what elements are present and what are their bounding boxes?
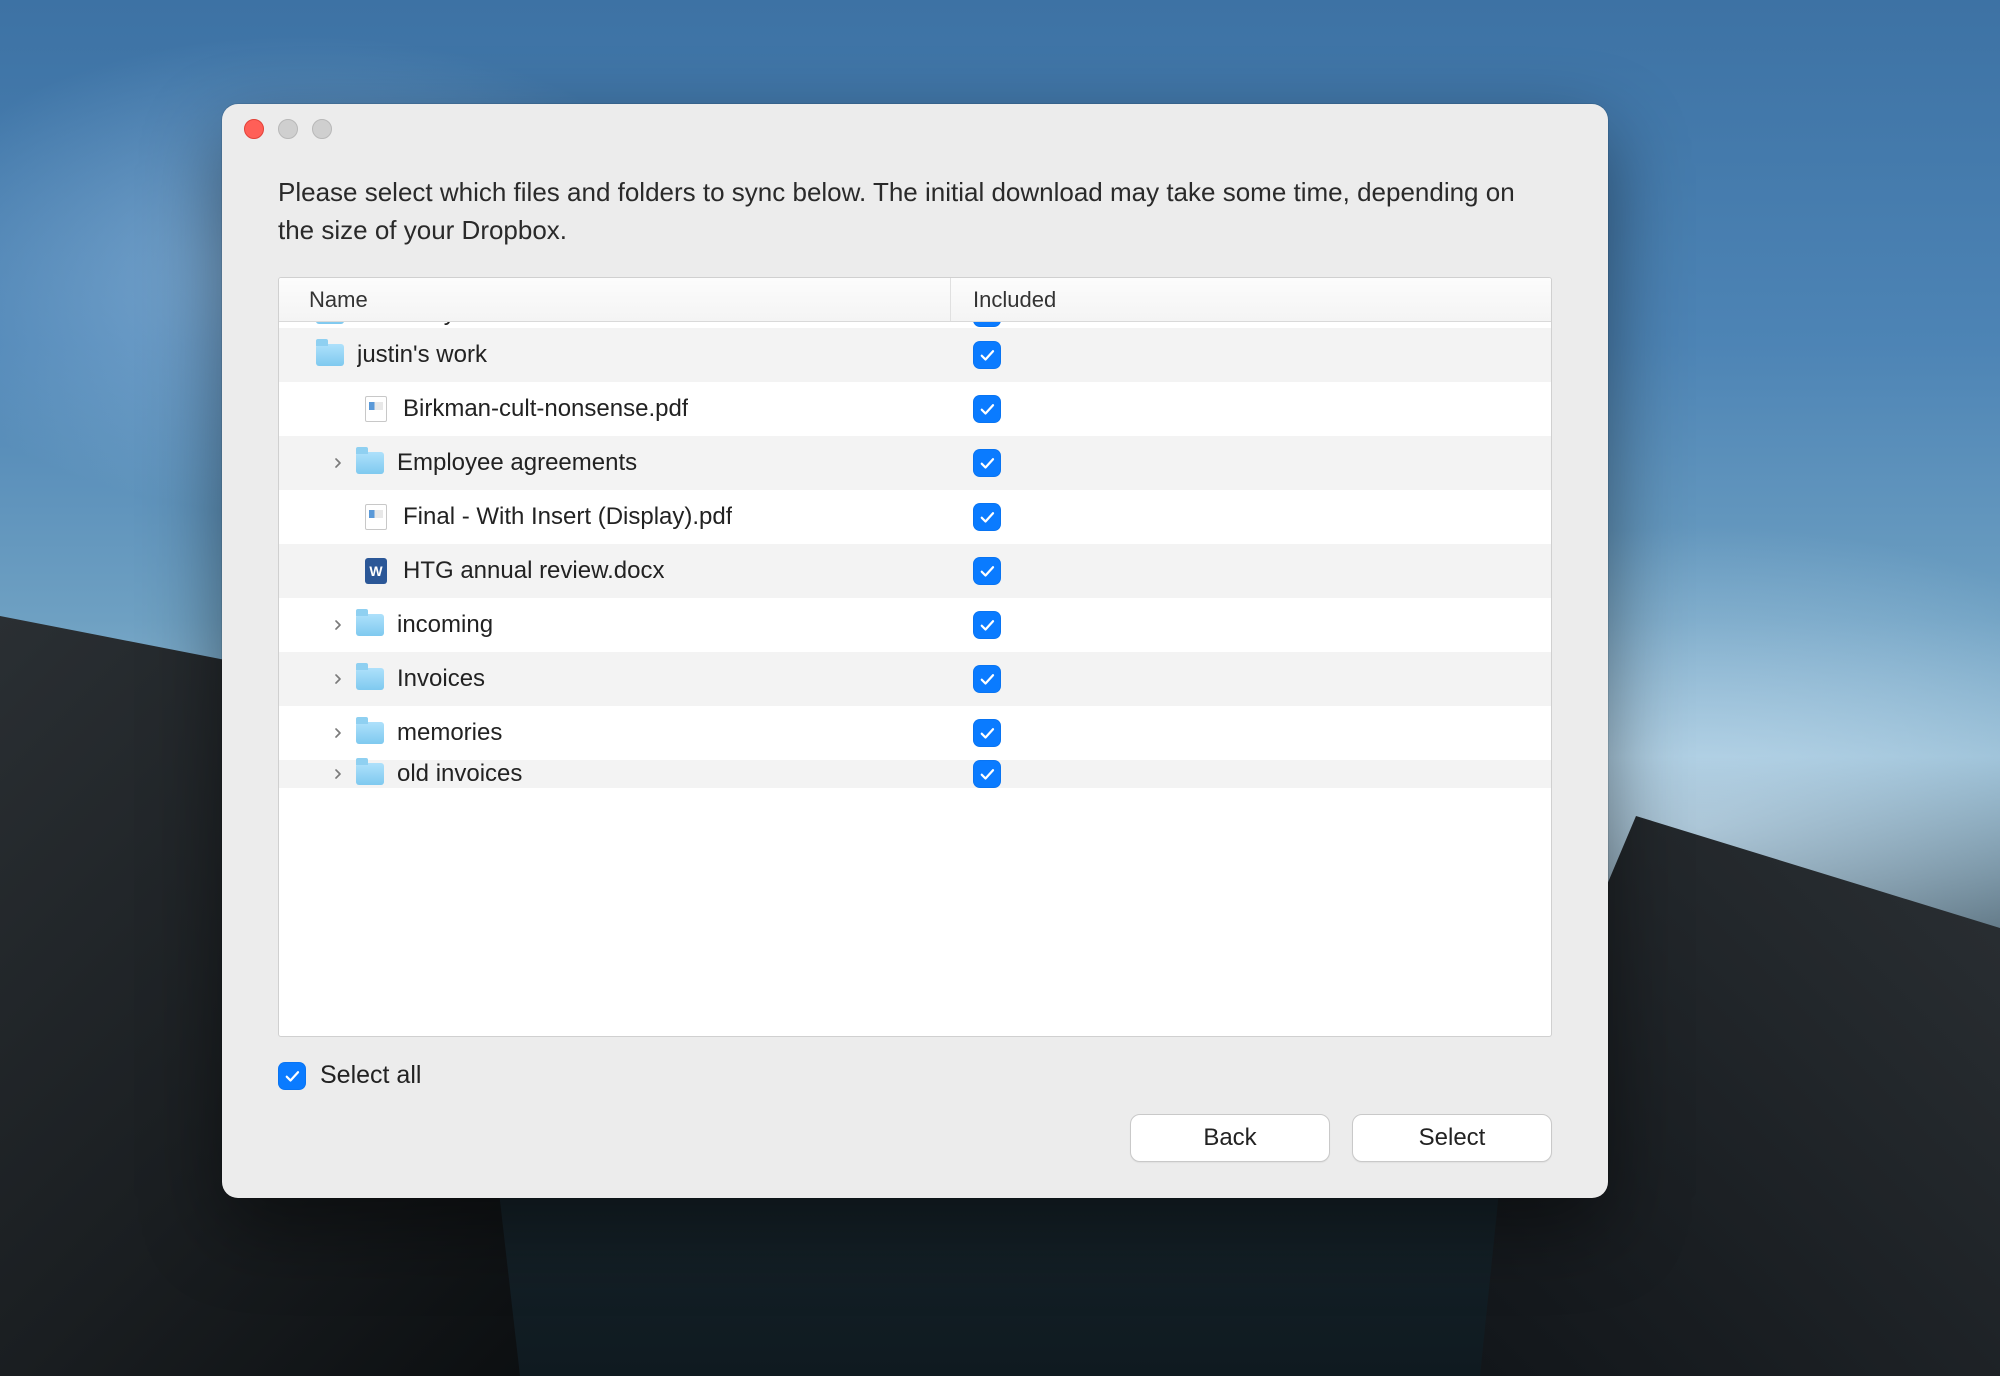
folder-icon: [355, 761, 385, 787]
column-header-name-label: Name: [309, 287, 368, 313]
tree-row-name-cell: HTG annual review.docx: [279, 557, 951, 585]
tree-row-name-cell: Final - With Insert (Display).pdf: [279, 503, 951, 531]
tree-row[interactable]: Final - With Insert (Display).pdf: [279, 490, 1551, 544]
tree-row[interactable]: HTG annual review.docx: [279, 544, 1551, 598]
tree-row-included-cell: [951, 557, 1551, 585]
chevron-right-icon[interactable]: [327, 722, 349, 744]
chevron-right-icon[interactable]: [287, 322, 309, 324]
back-button-label: Back: [1203, 1124, 1256, 1152]
folder-icon: [355, 720, 385, 746]
chevron-right-icon[interactable]: [327, 763, 349, 785]
window-close-button[interactable]: [244, 119, 264, 139]
tree-row-included-cell: [951, 449, 1551, 477]
column-header-name[interactable]: Name: [279, 278, 951, 321]
tree-row-name-cell: Employee agreements: [279, 449, 951, 477]
tree-row-name-cell: Inventory 210405: [279, 322, 951, 327]
window-minimize-button[interactable]: [278, 119, 298, 139]
tree-row[interactable]: justin's work: [279, 328, 1551, 382]
tree-row-label: Birkman-cult-nonsense.pdf: [403, 395, 688, 423]
tree-row[interactable]: Birkman-cult-nonsense.pdf: [279, 382, 1551, 436]
file-tree-header: Name Included: [279, 278, 1551, 322]
chevron-right-icon[interactable]: [327, 668, 349, 690]
pdf-file-icon: [361, 504, 391, 530]
tree-row-label: Inventory 210405: [357, 322, 542, 327]
tree-row-label: Final - With Insert (Display).pdf: [403, 503, 732, 531]
tree-row[interactable]: incoming: [279, 598, 1551, 652]
folder-icon: [355, 450, 385, 476]
window-titlebar: [222, 104, 1608, 154]
included-checkbox[interactable]: [973, 341, 1001, 369]
tree-row-included-cell: [951, 395, 1551, 423]
word-file-icon: [361, 558, 391, 584]
select-all-label: Select all: [320, 1061, 421, 1090]
included-checkbox[interactable]: [973, 395, 1001, 423]
footer-buttons: Back Select: [278, 1114, 1552, 1162]
file-tree: Name Included Inventory 210405 justin's …: [278, 277, 1552, 1037]
folder-icon: [355, 666, 385, 692]
included-checkbox[interactable]: [973, 503, 1001, 531]
select-button[interactable]: Select: [1352, 1114, 1552, 1162]
tree-row-label: incoming: [397, 611, 493, 639]
tree-row-name-cell: incoming: [279, 611, 951, 639]
instructions-text: Please select which files and folders to…: [222, 154, 1608, 277]
tree-row-included-cell: [951, 322, 1551, 327]
tree-row[interactable]: old invoices: [279, 760, 1551, 788]
tree-row-name-cell: Birkman-cult-nonsense.pdf: [279, 395, 951, 423]
back-button[interactable]: Back: [1130, 1114, 1330, 1162]
sync-selection-window: Please select which files and folders to…: [222, 104, 1608, 1198]
tree-row-name-cell: Invoices: [279, 665, 951, 693]
tree-row-name-cell: memories: [279, 719, 951, 747]
tree-row[interactable]: Employee agreements: [279, 436, 1551, 490]
tree-row-name-cell: justin's work: [279, 341, 951, 369]
tree-row-label: old invoices: [397, 760, 522, 788]
tree-row[interactable]: Invoices: [279, 652, 1551, 706]
select-button-label: Select: [1419, 1124, 1486, 1152]
tree-row-label: justin's work: [357, 341, 487, 369]
tree-row-included-cell: [951, 341, 1551, 369]
select-all-checkbox[interactable]: [278, 1062, 306, 1090]
tree-row-name-cell: old invoices: [279, 760, 951, 788]
tree-row-label: HTG annual review.docx: [403, 557, 664, 585]
window-zoom-button[interactable]: [312, 119, 332, 139]
tree-row-label: Employee agreements: [397, 449, 637, 477]
column-header-included-label: Included: [973, 287, 1056, 313]
folder-icon: [315, 322, 345, 326]
chevron-right-icon[interactable]: [327, 614, 349, 636]
pdf-file-icon: [361, 396, 391, 422]
tree-row-included-cell: [951, 503, 1551, 531]
chevron-right-icon[interactable]: [327, 452, 349, 474]
folder-icon: [315, 342, 345, 368]
included-checkbox[interactable]: [973, 719, 1001, 747]
included-checkbox[interactable]: [973, 449, 1001, 477]
included-checkbox[interactable]: [973, 611, 1001, 639]
tree-row-included-cell: [951, 760, 1551, 788]
tree-row-label: Invoices: [397, 665, 485, 693]
included-checkbox[interactable]: [973, 322, 1001, 327]
tree-row[interactable]: memories: [279, 706, 1551, 760]
column-header-included[interactable]: Included: [951, 278, 1551, 321]
footer: Select all Back Select: [222, 1037, 1608, 1198]
folder-icon: [355, 612, 385, 638]
select-all-row[interactable]: Select all: [278, 1061, 1552, 1090]
tree-row-label: memories: [397, 719, 502, 747]
file-tree-body[interactable]: Inventory 210405 justin's work Birkman-c…: [279, 322, 1551, 1036]
included-checkbox[interactable]: [973, 557, 1001, 585]
tree-row-included-cell: [951, 665, 1551, 693]
included-checkbox[interactable]: [973, 760, 1001, 788]
chevron-down-icon[interactable]: [287, 344, 309, 366]
tree-row-included-cell: [951, 719, 1551, 747]
tree-row-included-cell: [951, 611, 1551, 639]
included-checkbox[interactable]: [973, 665, 1001, 693]
